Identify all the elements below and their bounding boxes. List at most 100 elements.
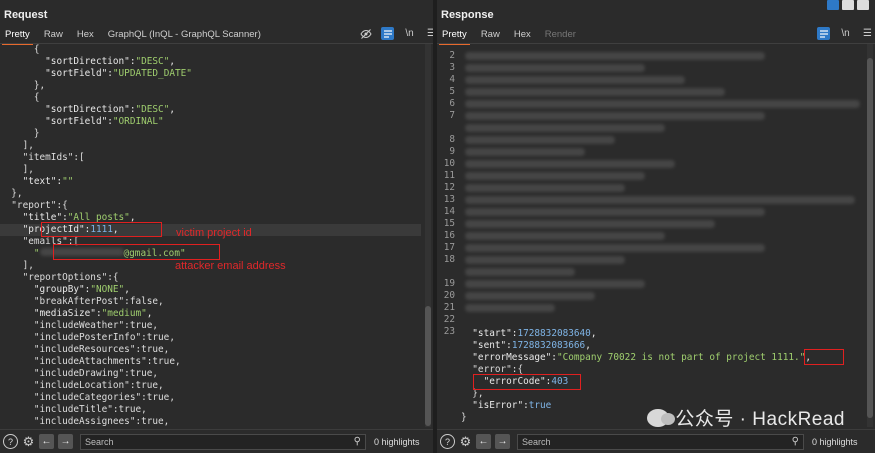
tab-graphql[interactable]: GraphQL (InQL - GraphQL Scanner) [108, 27, 261, 43]
line-number: 22 [443, 314, 455, 325]
redacted-text [465, 232, 665, 240]
newline-icon[interactable]: \n [403, 27, 416, 40]
prev-arrow-icon[interactable]: ← [476, 434, 491, 449]
request-scrollbar[interactable] [425, 44, 431, 427]
code-line: ], [0, 164, 34, 175]
tab-hex[interactable]: Hex [77, 27, 94, 43]
response-scroll-thumb[interactable] [867, 58, 873, 418]
code-line: "reportOptions":{ [0, 272, 119, 283]
request-search-input[interactable]: Search ⚲ [80, 433, 366, 450]
response-scrollbar[interactable] [867, 44, 873, 427]
response-highlight-count: 0 highlights [812, 436, 858, 447]
code-line: "includePosterInfo":true, [0, 332, 175, 343]
error-code-highlight-box [473, 374, 581, 390]
redacted-text [465, 304, 555, 312]
tab-raw[interactable]: Raw [481, 27, 500, 43]
code-line: "sortField":"ORDINAL" [0, 116, 164, 127]
menu-icon[interactable]: ☰ [861, 27, 874, 40]
line-number: 12 [443, 182, 455, 193]
code-line: "sortDirection":"DESC", [0, 104, 175, 115]
line-number: 6 [449, 98, 455, 109]
line-number: 10 [443, 158, 455, 169]
redacted-text [465, 220, 715, 228]
line-number: 13 [443, 194, 455, 205]
line-number: 3 [449, 62, 455, 73]
hide-icon[interactable] [359, 27, 372, 40]
redacted-text [465, 112, 765, 120]
wrap-icon[interactable] [381, 27, 394, 40]
redacted-text [465, 244, 765, 252]
layout-single-icon[interactable] [857, 0, 869, 10]
line-number: 9 [449, 146, 455, 157]
code-line: "mediaSize":"medium", [0, 308, 153, 319]
settings-gear-icon[interactable]: ⚙ [22, 434, 35, 449]
next-arrow-icon[interactable]: → [58, 434, 73, 449]
response-search-input[interactable]: Search ⚲ [517, 433, 804, 450]
line-number: 4 [449, 74, 455, 85]
project-id-highlight-box [804, 349, 844, 365]
search-icon: ⚲ [353, 435, 361, 447]
redacted-text [465, 172, 645, 180]
watermark-text: 公众号 · HackRead [675, 409, 845, 430]
line-number: 18 [443, 254, 455, 265]
code-line: "start":1728832083640, [461, 328, 597, 339]
attacker-annotation: attacker email address [175, 260, 286, 272]
redacted-text [465, 88, 725, 96]
line-number: 15 [443, 218, 455, 229]
redacted-text [465, 64, 645, 72]
tab-pretty[interactable]: Pretty [439, 27, 470, 45]
code-line: "includeDrawing":true, [0, 368, 159, 379]
help-icon[interactable]: ? [440, 434, 455, 449]
menu-icon[interactable]: ☰ [425, 27, 433, 40]
line-number: 5 [449, 86, 455, 97]
code-line-error-message: "errorMessage":"Company 70022 is not par… [461, 352, 811, 363]
code-line: "includeLocation":true, [0, 380, 164, 391]
redacted-text [465, 196, 855, 204]
request-search-placeholder: Search [85, 436, 114, 447]
line-number: 14 [443, 206, 455, 217]
code-line: "includeAssignees":true, [0, 416, 170, 427]
code-line: }, [0, 80, 46, 91]
response-tabs: Pretty Raw Hex Render [437, 27, 875, 45]
redacted-text [465, 256, 625, 264]
newline-icon[interactable]: \n [839, 27, 852, 40]
code-line: "sent":1728832083666, [461, 340, 591, 351]
tab-render[interactable]: Render [545, 27, 576, 43]
redacted-text [465, 76, 685, 84]
layout-horizontal-icon[interactable] [842, 0, 854, 10]
line-number: 19 [443, 278, 455, 289]
wrap-icon[interactable] [817, 27, 830, 40]
tab-raw[interactable]: Raw [44, 27, 63, 43]
code-line: { [0, 92, 40, 103]
redacted-text [465, 160, 675, 168]
redacted-text [465, 184, 625, 192]
tab-hex[interactable]: Hex [514, 27, 531, 43]
prev-arrow-icon[interactable]: ← [39, 434, 54, 449]
request-editor[interactable]: { "sortDirection":"DESC", "sortField":"U… [0, 44, 421, 429]
email-highlight-box [53, 244, 220, 260]
redacted-text [465, 148, 585, 156]
settings-gear-icon[interactable]: ⚙ [459, 434, 472, 449]
code-line: } [0, 128, 40, 139]
line-number: 8 [449, 134, 455, 145]
request-scroll-thumb[interactable] [425, 306, 431, 426]
request-title: Request [4, 9, 48, 21]
code-line: "includeResources":true, [0, 344, 170, 355]
next-arrow-icon[interactable]: → [495, 434, 510, 449]
code-line: }, [0, 188, 23, 199]
code-line: ], [0, 140, 34, 151]
search-icon: ⚲ [791, 435, 799, 447]
tab-pretty[interactable]: Pretty [2, 27, 33, 45]
redacted-text [465, 292, 595, 300]
line-number: 16 [443, 230, 455, 241]
code-line: "includeTitle":true, [0, 404, 147, 415]
response-title: Response [441, 9, 494, 21]
response-bottom-bar: ? ⚙ ← → Search ⚲ 0 highlights [437, 429, 875, 453]
code-line: "itemIds":[ [0, 152, 85, 163]
redacted-text [465, 100, 860, 108]
code-line: { [0, 44, 40, 55]
help-icon[interactable]: ? [3, 434, 18, 449]
response-editor[interactable]: 2 3 4 5 6 7 8 9 10 11 12 13 14 15 16 17 … [437, 44, 863, 429]
code-line: "includeWeather":true, [0, 320, 159, 331]
layout-split-icon[interactable] [827, 0, 839, 10]
